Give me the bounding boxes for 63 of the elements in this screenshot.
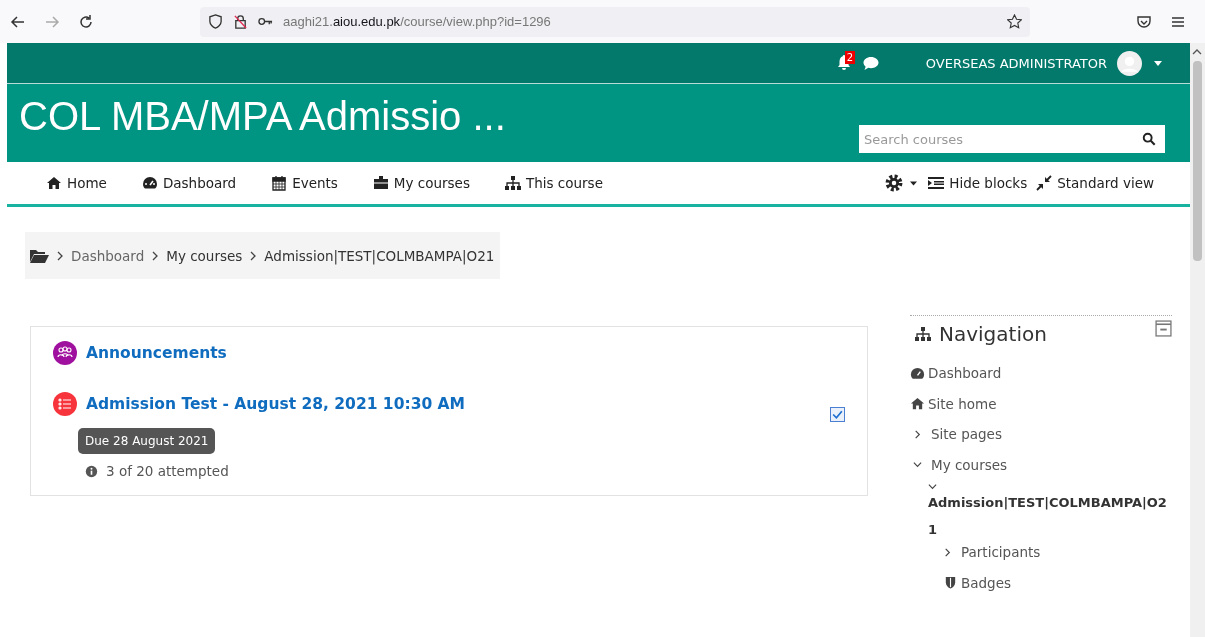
lock-icon[interactable] bbox=[233, 14, 248, 29]
breadcrumb-link[interactable]: Dashboard bbox=[71, 247, 145, 264]
folder-icon bbox=[29, 247, 49, 264]
dashboard-icon[interactable] bbox=[140, 175, 159, 191]
block-title: Navigation bbox=[939, 322, 1047, 346]
nav-link[interactable]: Dashboard bbox=[140, 175, 237, 191]
dashboard-icon bbox=[910, 365, 925, 381]
completion-checkbox[interactable] bbox=[830, 407, 845, 422]
star-icon[interactable] bbox=[1007, 14, 1022, 29]
activity-link[interactable]: Admission Test - August 28, 2021 10:30 AM bbox=[86, 394, 466, 413]
chevron-icon[interactable] bbox=[913, 460, 922, 470]
calendar-icon[interactable] bbox=[270, 175, 289, 191]
back-icon[interactable] bbox=[10, 13, 26, 30]
due-date-badge: Due 28 August 2021 bbox=[78, 428, 216, 454]
tree-item[interactable]: Participants bbox=[961, 544, 1041, 561]
pocket-icon[interactable] bbox=[1136, 13, 1152, 30]
chevron-icon[interactable] bbox=[928, 482, 937, 491]
sitemap-icon bbox=[914, 326, 932, 342]
chevron-icon bbox=[57, 250, 63, 261]
nav-link[interactable]: Events bbox=[270, 175, 338, 191]
attempts-text: 3 of 20 attempted bbox=[106, 463, 229, 479]
breadcrumb-link[interactable]: Admission|TEST|COLMBAMPA|O21 bbox=[264, 247, 495, 264]
activity-link[interactable]: Announcements bbox=[86, 344, 227, 362]
hide-blocks-link[interactable]: Hide blocks bbox=[927, 175, 1028, 191]
collapse-icon[interactable] bbox=[1155, 320, 1172, 337]
chevron-icon[interactable] bbox=[913, 429, 922, 439]
course-title: COL MBA/MPA Admissio ... bbox=[19, 94, 506, 139]
nav-link[interactable]: This course bbox=[503, 175, 603, 191]
home-icon bbox=[910, 396, 925, 412]
briefcase-icon[interactable] bbox=[371, 175, 390, 191]
compress-icon[interactable] bbox=[1035, 175, 1054, 191]
tree-item[interactable]: My courses bbox=[931, 456, 1008, 473]
home-icon[interactable] bbox=[45, 175, 63, 191]
avatar-icon[interactable] bbox=[1117, 50, 1142, 76]
shield-icon bbox=[943, 575, 958, 591]
caret-icon[interactable] bbox=[910, 180, 918, 186]
indent-icon[interactable] bbox=[927, 175, 946, 191]
tree-item[interactable]: Dashboard bbox=[928, 365, 1002, 382]
chevron-icon bbox=[152, 250, 159, 261]
tree-item[interactable]: Site pages bbox=[931, 426, 1002, 443]
shield-icon[interactable] bbox=[208, 14, 223, 29]
address-bar[interactable]: aaghi21.aiou.edu.pk/course/view.php?id=1296 bbox=[200, 6, 1030, 37]
nav-link[interactable]: Home bbox=[45, 175, 107, 191]
scrollbar-thumb[interactable] bbox=[1193, 61, 1202, 261]
nav-link[interactable]: My courses bbox=[371, 175, 470, 191]
info-icon bbox=[85, 464, 98, 478]
tree-item[interactable]: Site home bbox=[928, 395, 997, 412]
sitemap-icon[interactable] bbox=[503, 175, 522, 191]
tree-item[interactable]: Admission|TEST|COLMBAMPA|O21 bbox=[928, 489, 1173, 543]
chevron-icon bbox=[250, 250, 257, 261]
reload-icon[interactable] bbox=[78, 13, 94, 30]
search-icon[interactable] bbox=[1142, 132, 1156, 146]
scroll-up-icon[interactable] bbox=[1192, 49, 1202, 55]
chat-icon[interactable] bbox=[861, 55, 880, 71]
search-field[interactable]: Search courses bbox=[859, 125, 1165, 153]
scrollbar[interactable] bbox=[1190, 43, 1205, 637]
breadcrumb-link[interactable]: My courses bbox=[166, 247, 243, 264]
user-menu[interactable]: OVERSEAS ADMINISTRATOR bbox=[925, 55, 1107, 71]
tree-item[interactable]: Badges bbox=[961, 574, 1011, 591]
notification-count: 2 bbox=[844, 51, 856, 64]
chevron-icon[interactable] bbox=[943, 547, 952, 557]
standard-view-link[interactable]: Standard view bbox=[1035, 175, 1154, 191]
gear-icon[interactable] bbox=[884, 173, 905, 193]
